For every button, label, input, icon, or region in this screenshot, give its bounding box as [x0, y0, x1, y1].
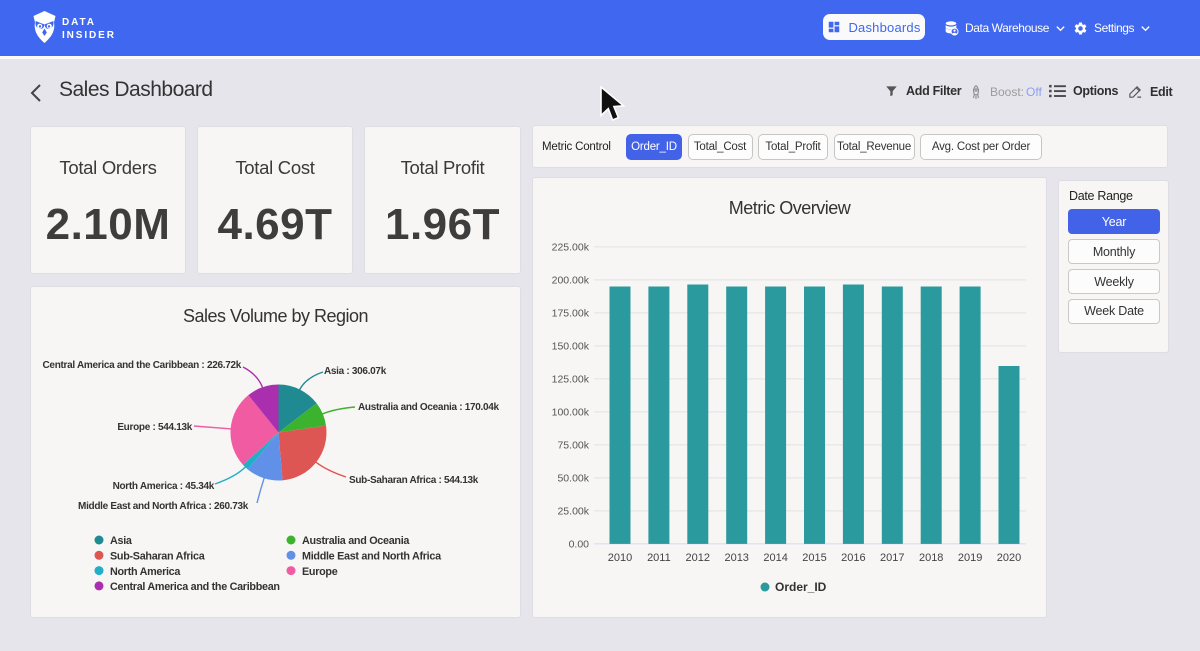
svg-text:125.00k: 125.00k [552, 373, 590, 385]
svg-text:Australia and Oceania: Australia and Oceania [302, 535, 410, 547]
svg-text:2012: 2012 [686, 552, 710, 564]
svg-text:Sub-Saharan Africa: Sub-Saharan Africa [110, 551, 206, 563]
svg-text:200.00k: 200.00k [552, 274, 590, 286]
svg-text:2020: 2020 [997, 552, 1021, 564]
svg-text:North America: North America [110, 566, 181, 578]
svg-text:0.00: 0.00 [569, 538, 590, 550]
svg-text:25.00k: 25.00k [557, 505, 589, 517]
svg-text:Asia : 306.07k: Asia : 306.07k [324, 366, 387, 377]
svg-text:Europe : 544.13k: Europe : 544.13k [117, 422, 192, 433]
svg-text:2013: 2013 [724, 552, 748, 564]
svg-text:Europe: Europe [302, 566, 338, 578]
svg-text:2014: 2014 [763, 552, 787, 564]
svg-text:225.00k: 225.00k [552, 241, 590, 253]
svg-text:2017: 2017 [880, 552, 904, 564]
svg-text:2018: 2018 [919, 552, 943, 564]
svg-text:Asia: Asia [110, 535, 133, 547]
svg-text:Australia and Oceania : 170.04: Australia and Oceania : 170.04k [358, 402, 500, 413]
svg-text:150.00k: 150.00k [552, 340, 590, 352]
svg-text:North America : 45.34k: North America : 45.34k [113, 481, 215, 492]
svg-text:Central America and the Caribb: Central America and the Caribbean : 226.… [43, 360, 242, 371]
svg-text:2015: 2015 [802, 552, 826, 564]
svg-text:175.00k: 175.00k [552, 307, 590, 319]
svg-text:50.00k: 50.00k [557, 472, 589, 484]
svg-text:2016: 2016 [841, 552, 865, 564]
svg-text:2010: 2010 [608, 552, 632, 564]
svg-text:100.00k: 100.00k [552, 406, 590, 418]
svg-text:Order_ID: Order_ID [775, 580, 827, 594]
svg-text:Middle East and North Africa: Middle East and North Africa [302, 551, 442, 563]
svg-text:Middle East and North Africa :: Middle East and North Africa : 260.73k [78, 501, 249, 512]
svg-text:75.00k: 75.00k [557, 439, 589, 451]
svg-text:Central America and the Caribb: Central America and the Caribbean [110, 581, 280, 593]
svg-text:Sub-Saharan Africa : 544.13k: Sub-Saharan Africa : 544.13k [349, 475, 479, 486]
svg-text:2011: 2011 [647, 552, 671, 564]
svg-text:2019: 2019 [958, 552, 982, 564]
